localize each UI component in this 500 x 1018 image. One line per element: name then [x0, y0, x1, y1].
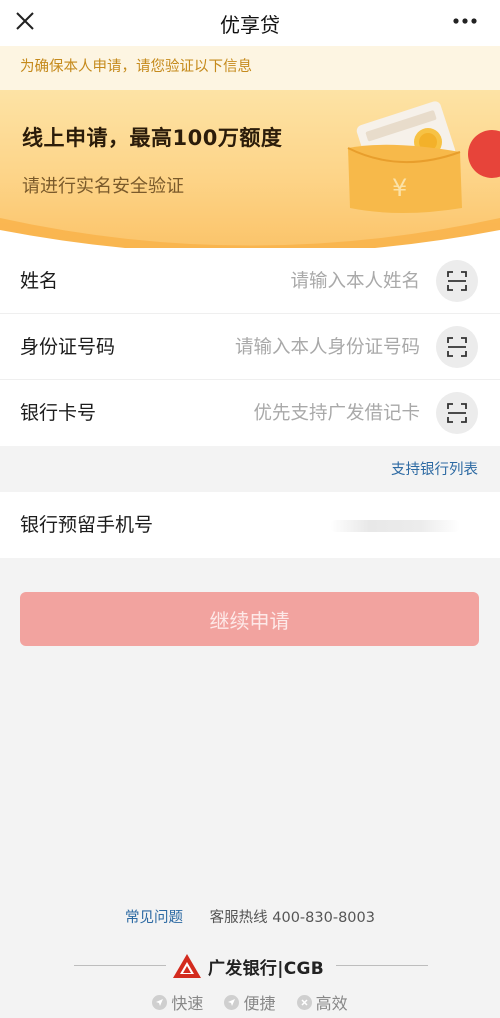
bank-list-strip: 支持银行列表	[0, 446, 500, 492]
id-number-row: 身份证号码	[0, 314, 500, 380]
feature-item: 高效	[296, 990, 348, 1014]
banner-title: 线上申请，最高100万额度	[22, 126, 283, 150]
feature-label: 便捷	[243, 994, 276, 1013]
feature-item: 快速	[152, 990, 203, 1014]
feature-label: 高效	[315, 994, 348, 1013]
scan-icon[interactable]	[436, 260, 478, 302]
name-row: 姓名	[0, 248, 500, 314]
id-number-input[interactable]	[160, 330, 420, 364]
id-number-label: 身份证号码	[20, 336, 116, 358]
divider	[336, 965, 428, 966]
nav-bar: 优享贷	[0, 0, 500, 46]
continue-button[interactable]: 继续申请	[20, 592, 479, 646]
bank-card-row: 银行卡号	[0, 380, 500, 446]
brand-name: 广发银行|CGB	[208, 959, 324, 979]
close-circle-icon	[296, 994, 312, 1010]
brand-row: 广发银行|CGB	[0, 950, 500, 980]
cgb-logo-icon	[173, 954, 201, 978]
phone-row: 银行预留手机号	[0, 492, 500, 558]
banner-wave	[0, 218, 500, 248]
send-icon	[152, 994, 168, 1010]
send-icon	[224, 994, 240, 1010]
verification-form: 姓名 身份证号码 银行卡号	[0, 248, 500, 446]
verification-notice: 为确保本人申请，请您验证以下信息	[0, 46, 500, 90]
promo-banner: 线上申请，最高100万额度 请进行实名安全验证 ¥	[0, 90, 500, 248]
page-title: 优享贷	[220, 12, 280, 37]
scan-icon[interactable]	[436, 392, 478, 434]
phone-input[interactable]	[278, 508, 478, 542]
faq-link[interactable]: 常见问题	[125, 910, 183, 926]
name-label: 姓名	[20, 270, 59, 292]
feature-tags: 快速 便捷 高效	[0, 990, 500, 1014]
footer-links: 常见问题 客服热线 400-830-8003	[0, 906, 500, 927]
bank-card-input[interactable]	[160, 396, 420, 430]
hotline-text[interactable]: 客服热线 400-830-8003	[210, 910, 375, 926]
close-icon[interactable]	[8, 4, 42, 38]
phone-label: 银行预留手机号	[20, 514, 154, 536]
scan-icon[interactable]	[436, 326, 478, 368]
divider	[74, 965, 166, 966]
feature-label: 快速	[171, 994, 204, 1013]
feature-item: 便捷	[224, 990, 276, 1014]
bank-card-label: 银行卡号	[20, 402, 97, 424]
name-input[interactable]	[160, 264, 420, 298]
supported-banks-link[interactable]: 支持银行列表	[391, 458, 478, 479]
more-dots-icon[interactable]	[448, 4, 482, 38]
